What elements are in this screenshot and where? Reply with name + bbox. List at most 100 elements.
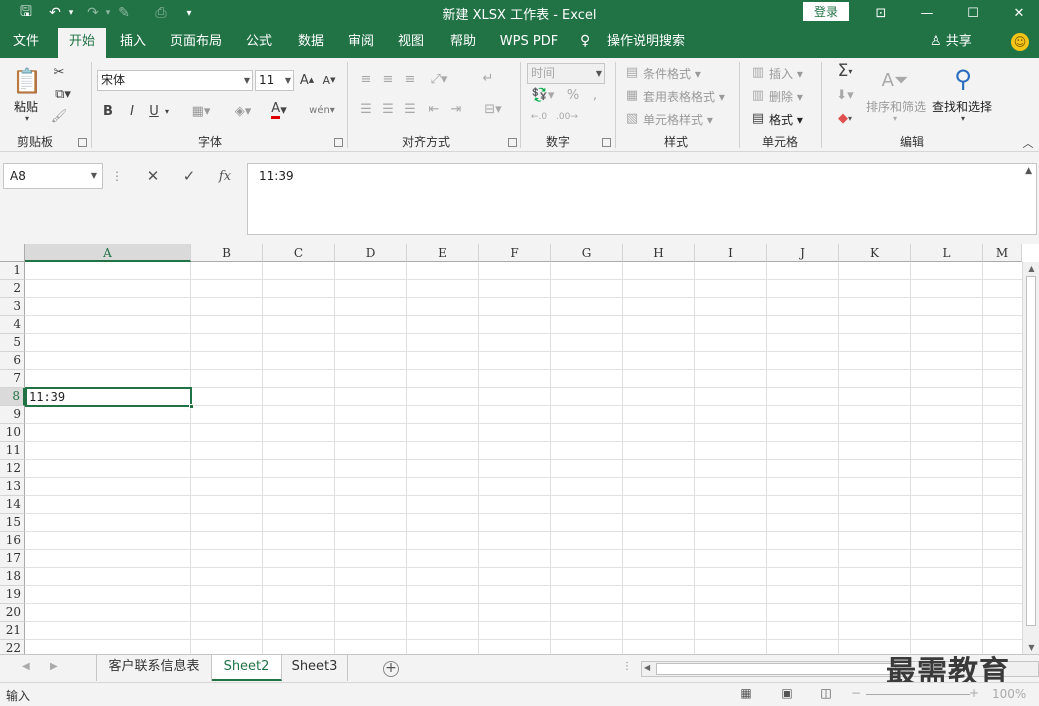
sheet-tab-sheet2[interactable]: Sheet2 bbox=[212, 655, 282, 681]
merge-center-icon[interactable]: ⊟▾ bbox=[478, 100, 508, 118]
align-top-icon[interactable]: ≡ bbox=[356, 70, 376, 88]
worksheet-grid[interactable]: ABCDEFGHIJKLM 1 2 3 4 5 6 7 8 9 10 11 12 13 14 15 16 17 1… bbox=[0, 244, 1039, 658]
accounting-format-icon[interactable]: 💱▾ bbox=[528, 86, 558, 104]
font-color-icon[interactable]: A ▾ bbox=[264, 100, 294, 120]
decrease-font-size-icon[interactable]: A ▼ bbox=[320, 70, 338, 90]
login-button[interactable]: 登录 bbox=[803, 2, 849, 21]
sort-filter-dropdown-icon[interactable]: ▾ bbox=[890, 114, 900, 123]
row-header-18[interactable]: 18 bbox=[0, 568, 25, 586]
fill-icon[interactable]: ⬇▾ bbox=[830, 85, 860, 105]
font-name-select[interactable]: 宋体 ▼ bbox=[97, 70, 253, 91]
tab-file[interactable]: 文件 bbox=[4, 26, 48, 58]
fill-handle[interactable] bbox=[189, 404, 194, 409]
sheet-tab-customer-contacts[interactable]: 客户联系信息表 bbox=[96, 655, 212, 681]
fill-color-icon[interactable]: ◈▾ bbox=[228, 102, 258, 120]
zoom-in-icon[interactable]: + bbox=[966, 686, 982, 702]
maximize-icon[interactable]: ☐ bbox=[950, 0, 996, 26]
underline-dropdown-icon[interactable]: ▾ bbox=[162, 102, 172, 120]
minimize-icon[interactable]: — bbox=[904, 0, 950, 26]
sort-filter-icon[interactable]: A⏷ bbox=[878, 64, 912, 96]
tab-formulas[interactable]: 公式 bbox=[236, 26, 282, 58]
page-layout-view-icon[interactable]: ▣ bbox=[779, 686, 795, 702]
increase-indent-icon[interactable]: ⇥ bbox=[446, 100, 466, 118]
column-header-m[interactable]: M bbox=[983, 244, 1022, 262]
column-header-k[interactable]: K bbox=[839, 244, 911, 262]
copy-icon[interactable]: ⧉▾ bbox=[50, 86, 76, 102]
align-right-icon[interactable]: ☰ bbox=[400, 100, 420, 118]
tab-page-layout[interactable]: 页面布局 bbox=[164, 26, 228, 58]
ribbon-display-options-icon[interactable]: ⊡ bbox=[858, 0, 904, 26]
row-header-15[interactable]: 15 bbox=[0, 514, 25, 532]
clear-icon[interactable]: ◆ ▾ bbox=[830, 108, 860, 128]
lightbulb-icon[interactable]: ♀ bbox=[580, 33, 596, 51]
add-sheet-button[interactable]: + bbox=[383, 661, 399, 677]
tab-home[interactable]: 开始 bbox=[58, 28, 106, 58]
find-select-icon[interactable]: ⚲ bbox=[946, 62, 980, 96]
font-launcher-icon[interactable] bbox=[334, 138, 343, 147]
normal-view-icon[interactable]: ▦ bbox=[738, 686, 754, 702]
format-painter-brush-icon[interactable]: 🖌 bbox=[50, 108, 68, 124]
paste-button[interactable]: 粘贴 bbox=[14, 98, 38, 115]
horizontal-scroll-thumb[interactable] bbox=[656, 663, 896, 675]
conditional-format-icon[interactable]: ▤ bbox=[624, 64, 640, 80]
cell-styles-button[interactable]: 单元格样式 ▾ bbox=[643, 111, 713, 128]
page-break-preview-icon[interactable]: ◫ bbox=[818, 686, 834, 702]
bold-button[interactable]: B bbox=[100, 102, 116, 120]
increase-decimal-icon[interactable]: ←.0 bbox=[528, 108, 550, 126]
delete-cells-icon[interactable]: ▥ bbox=[750, 87, 766, 103]
increase-font-size-icon[interactable]: A ▲ bbox=[298, 70, 316, 90]
orientation-icon[interactable]: ⤢▾ bbox=[424, 70, 454, 88]
scroll-down-icon[interactable]: ▼ bbox=[1023, 643, 1039, 652]
tab-view[interactable]: 视图 bbox=[388, 26, 434, 58]
tab-insert[interactable]: 插入 bbox=[110, 26, 156, 58]
format-cells-icon[interactable]: ▤ bbox=[750, 110, 766, 126]
align-left-icon[interactable]: ☰ bbox=[356, 100, 376, 118]
phonetic-guide-icon[interactable]: wén▾ bbox=[306, 100, 338, 120]
tab-wps-pdf[interactable]: WPS PDF bbox=[496, 26, 562, 58]
find-select-button[interactable]: 查找和选择 bbox=[932, 98, 992, 115]
row-header-17[interactable]: 17 bbox=[0, 550, 25, 568]
clipboard-launcher-icon[interactable] bbox=[78, 138, 87, 147]
column-header-i[interactable]: I bbox=[695, 244, 767, 262]
vertical-scroll-thumb[interactable] bbox=[1026, 276, 1036, 626]
font-size-select[interactable]: 11 ▼ bbox=[255, 70, 294, 91]
decrease-indent-icon[interactable]: ⇤ bbox=[424, 100, 444, 118]
vertical-scrollbar[interactable]: ▲ ▼ bbox=[1022, 262, 1039, 654]
format-as-table-button[interactable]: 套用表格格式 ▾ bbox=[643, 88, 725, 105]
formula-input[interactable]: 11:39 ▲ bbox=[247, 163, 1037, 235]
name-box[interactable]: A8 ▼ bbox=[3, 163, 103, 189]
row-header-5[interactable]: 5 bbox=[0, 334, 25, 352]
row-header-6[interactable]: 6 bbox=[0, 352, 25, 370]
borders-icon[interactable]: ▦▾ bbox=[186, 102, 216, 120]
paste-dropdown-icon[interactable]: ▾ bbox=[22, 114, 32, 123]
conditional-format-button[interactable]: 条件格式 ▾ bbox=[643, 65, 701, 82]
tab-data[interactable]: 数据 bbox=[288, 26, 334, 58]
align-center-icon[interactable]: ☰ bbox=[378, 100, 398, 118]
cell-styles-icon[interactable]: ▧ bbox=[624, 110, 640, 126]
row-header-14[interactable]: 14 bbox=[0, 496, 25, 514]
format-as-table-icon[interactable]: ▦ bbox=[624, 87, 640, 103]
autosum-icon[interactable]: Σ ▾ bbox=[830, 61, 860, 81]
column-header-c[interactable]: C bbox=[263, 244, 335, 262]
row-header-9[interactable]: 9 bbox=[0, 406, 25, 424]
row-header-21[interactable]: 21 bbox=[0, 622, 25, 640]
insert-cells-icon[interactable]: ▥ bbox=[750, 64, 766, 80]
row-header-20[interactable]: 20 bbox=[0, 604, 25, 622]
paste-icon[interactable]: 📋 bbox=[10, 64, 44, 98]
sheet-tab-sheet3[interactable]: Sheet3 bbox=[282, 655, 348, 681]
tab-split-grip-icon[interactable]: ⋮ bbox=[622, 661, 632, 672]
row-header-16[interactable]: 16 bbox=[0, 532, 25, 550]
underline-button[interactable]: U bbox=[146, 102, 162, 120]
next-sheet-icon[interactable]: ▶ bbox=[50, 661, 58, 672]
scroll-left-icon[interactable]: ◀ bbox=[644, 663, 650, 672]
column-header-j[interactable]: J bbox=[767, 244, 839, 262]
sort-filter-button[interactable]: 排序和筛选 bbox=[866, 98, 926, 115]
close-icon[interactable]: ✕ bbox=[996, 0, 1039, 26]
column-header-b[interactable]: B bbox=[191, 244, 263, 262]
row-header-3[interactable]: 3 bbox=[0, 298, 25, 316]
row-header-1[interactable]: 1 bbox=[0, 262, 25, 280]
percent-style-icon[interactable]: % bbox=[564, 86, 582, 104]
number-format-select[interactable]: 时间 ▼ bbox=[527, 63, 605, 84]
insert-function-button[interactable]: fx bbox=[212, 163, 238, 189]
delete-cells-button[interactable]: 删除 ▾ bbox=[769, 88, 803, 105]
